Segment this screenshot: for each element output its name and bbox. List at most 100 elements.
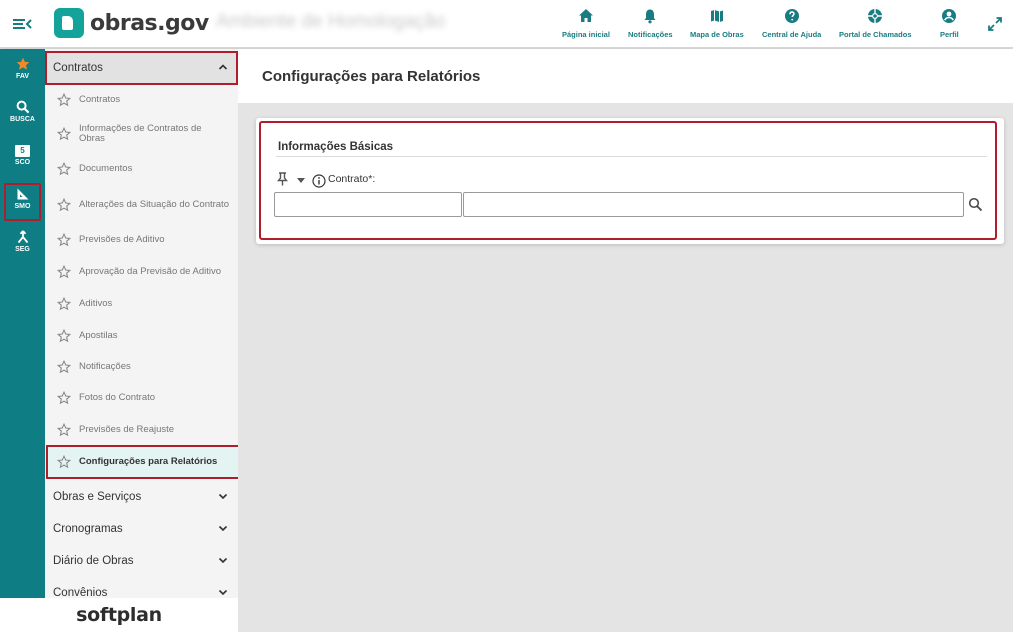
submenu-item-label: Apostilas — [79, 330, 118, 341]
section-divider — [276, 156, 987, 157]
search-icon[interactable] — [968, 197, 983, 212]
nav-notifications-label: Notificações — [628, 30, 673, 39]
softplan-logo: softplan — [0, 598, 238, 632]
page-header: Configurações para Relatórios — [238, 49, 1013, 103]
smo-highlight — [4, 183, 41, 221]
chevron-down-icon — [218, 557, 228, 564]
submenu-item[interactable]: Alterações da Situação do Contrato — [45, 185, 238, 225]
sidebar-menu: Contratos Contratos Informações de Contra… — [45, 49, 238, 598]
fullscreen-icon[interactable] — [987, 16, 1003, 32]
caret-down-icon[interactable] — [297, 178, 305, 183]
submenu-item-label: Notificações — [79, 361, 131, 372]
nav-map-label: Mapa de Obras — [690, 30, 744, 39]
menu-group-obras-servicos[interactable]: Obras e Serviços — [45, 480, 238, 513]
sco-badge-icon: 5 — [15, 145, 30, 157]
chevron-down-icon — [218, 525, 228, 532]
rail-item-busca-label: BUSCA — [10, 116, 35, 123]
submenu-item[interactable]: Previsões de Reajuste — [45, 415, 238, 445]
app-logo[interactable]: obras.gov — [54, 8, 209, 38]
user-icon — [942, 9, 957, 23]
menu-group-contratos-label: Contratos — [53, 62, 103, 74]
rail-item-seg[interactable]: SEG — [0, 230, 45, 253]
chevron-down-icon — [218, 589, 228, 596]
rail-item-seg-label: SEG — [15, 246, 30, 253]
submenu-item-label: Previsões de Reajuste — [79, 424, 175, 435]
nav-support-portal-label: Portal de Chamados — [839, 30, 912, 39]
submenu-item[interactable]: Documentos — [45, 154, 238, 184]
submenu-item[interactable]: Aditivos — [45, 289, 238, 319]
submenu-item[interactable]: Configurações para Relatórios — [45, 446, 238, 478]
contract-name-input[interactable] — [463, 192, 964, 217]
nav-support-portal[interactable]: Portal de Chamados — [839, 8, 912, 39]
submenu-item-label: Contratos — [79, 94, 121, 105]
submenu-item-label: Alterações da Situação do Contrato — [79, 199, 229, 210]
nav-map[interactable]: Mapa de Obras — [690, 8, 744, 39]
info-icon — [312, 174, 326, 188]
star-outline-icon[interactable] — [57, 360, 71, 374]
submenu-item-label: Aditivos — [79, 298, 113, 309]
menu-group-label: Convênios — [53, 586, 108, 599]
rail-item-fav-label: FAV — [15, 73, 30, 80]
contrato-field-label: Contrato*: — [328, 173, 376, 185]
submenu-item[interactable]: Aprovação da Previsão de Aditivo — [45, 257, 238, 287]
top-header: obras.gov Ambiente de Homologação Página… — [0, 0, 1013, 48]
star-outline-icon[interactable] — [57, 93, 71, 107]
submenu-item[interactable]: Notificações — [45, 352, 238, 382]
menu-collapse-icon[interactable] — [12, 15, 32, 33]
submenu-item[interactable]: Previsões de Aditivo — [45, 225, 238, 255]
star-outline-icon[interactable] — [57, 162, 71, 176]
submenu-item-label: Configurações para Relatórios — [79, 456, 218, 467]
home-icon — [578, 9, 593, 22]
star-outline-icon[interactable] — [57, 455, 71, 469]
menu-group-convenios[interactable]: Convênios — [45, 576, 238, 598]
star-outline-icon[interactable] — [57, 198, 71, 212]
star-outline-icon[interactable] — [57, 297, 71, 311]
bell-icon — [644, 9, 656, 24]
submenu-item[interactable]: Informações de Contratos de Obras — [45, 115, 238, 153]
menu-group-label: Cronogramas — [53, 522, 123, 535]
nav-home[interactable]: Página inicial — [562, 8, 610, 39]
submenu-item-label: Informações de Contratos de Obras — [79, 123, 202, 144]
menu-group-cronogramas[interactable]: Cronogramas — [45, 512, 238, 545]
page-title: Configurações para Relatórios — [262, 68, 481, 85]
lifebuoy-icon — [868, 9, 883, 23]
environment-label: Ambiente de Homologação — [216, 11, 446, 32]
submenu-item[interactable]: Contratos — [45, 85, 238, 115]
rail-item-busca[interactable]: BUSCA — [0, 100, 45, 123]
star-outline-icon[interactable] — [57, 329, 71, 343]
pin-icon[interactable] — [276, 172, 289, 186]
logo-mark-icon — [54, 8, 84, 38]
rail-item-fav[interactable]: FAV — [0, 57, 45, 80]
nav-home-label: Página inicial — [562, 30, 610, 39]
module-rail: FAV BUSCA 5 SCO SMO SEG — [0, 49, 45, 598]
nav-notifications[interactable]: Notificações — [628, 8, 673, 39]
star-outline-icon[interactable] — [57, 233, 71, 247]
submenu-item[interactable]: Fotos do Contrato — [45, 383, 238, 413]
rail-item-sco[interactable]: 5 SCO — [0, 145, 45, 166]
submenu-item[interactable]: Apostilas — [45, 321, 238, 351]
submenu-item-label: Documentos — [79, 163, 133, 174]
menu-group-contratos[interactable]: Contratos — [45, 51, 238, 85]
star-outline-icon[interactable] — [57, 423, 71, 437]
logo-text: obras.gov — [90, 10, 209, 36]
menu-group-label: Diário de Obras — [53, 554, 134, 567]
submenu-item-label: Previsões de Aditivo — [79, 234, 165, 245]
star-outline-icon[interactable] — [57, 265, 71, 279]
star-icon — [16, 57, 29, 70]
star-outline-icon[interactable] — [57, 391, 71, 405]
merge-icon — [17, 230, 28, 244]
menu-group-diario-obras[interactable]: Diário de Obras — [45, 544, 238, 577]
nav-help-label: Central de Ajuda — [762, 30, 822, 39]
map-icon — [710, 10, 723, 22]
nav-profile[interactable]: Perfil — [940, 8, 959, 39]
rail-item-sco-label: SCO — [14, 159, 31, 166]
help-icon — [784, 9, 799, 23]
submenu-item-label: Aprovação da Previsão de Aditivo — [79, 266, 222, 277]
nav-help[interactable]: Central de Ajuda — [762, 8, 821, 39]
chevron-up-icon — [218, 64, 228, 70]
menu-group-label: Obras e Serviços — [53, 490, 142, 503]
contract-code-input[interactable] — [274, 192, 462, 217]
submenu-item-label: Fotos do Contrato — [79, 392, 156, 403]
chevron-down-icon — [218, 493, 228, 500]
star-outline-icon[interactable] — [57, 127, 71, 141]
